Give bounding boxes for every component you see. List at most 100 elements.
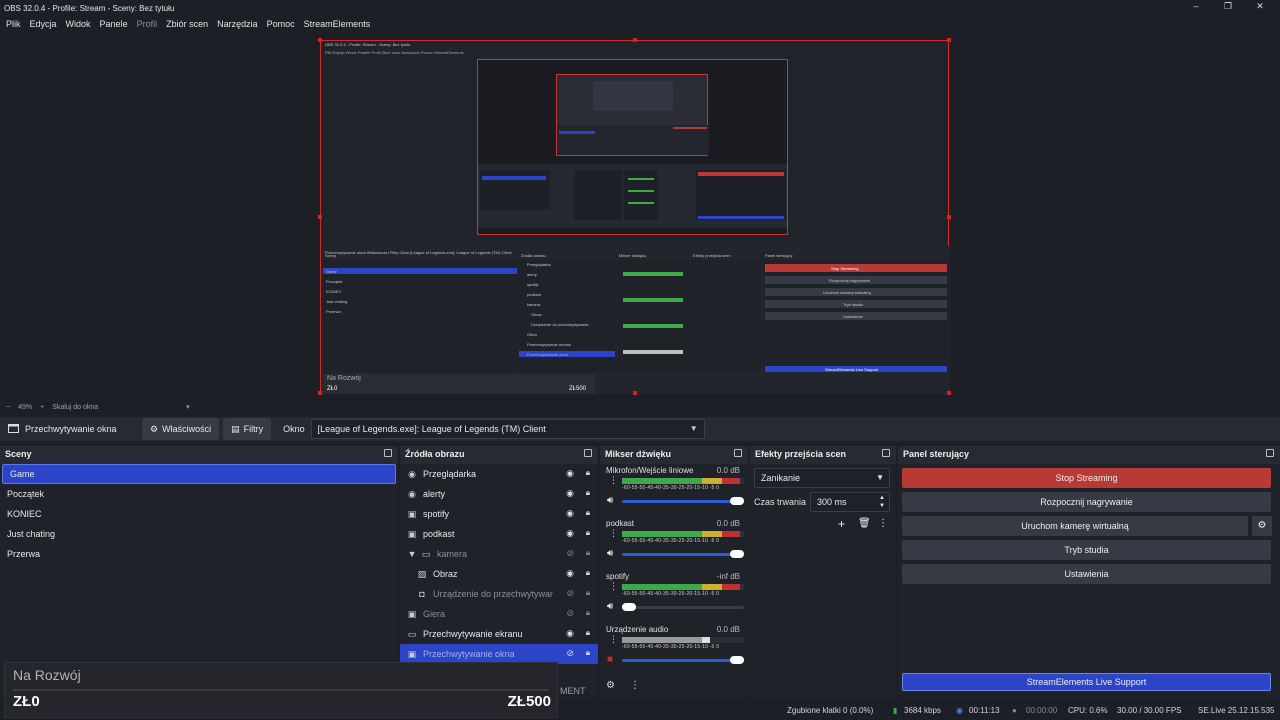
- resize-handle[interactable]: [947, 215, 951, 219]
- scale-mode-dropdown-icon[interactable]: ▾: [186, 403, 190, 411]
- undock-icon[interactable]: [882, 449, 890, 457]
- scene-item-poczatek[interactable]: Początek: [0, 484, 398, 504]
- kebab-icon[interactable]: ⋮: [609, 635, 618, 644]
- resize-handle[interactable]: [947, 391, 951, 395]
- lock-icon[interactable]: 🔒︎: [586, 608, 590, 618]
- window-select[interactable]: [League of Legends.exe]: League of Legen…: [310, 419, 705, 439]
- kebab-icon[interactable]: ⋮: [609, 529, 618, 538]
- lock-icon[interactable]: 🔒︎: [586, 568, 590, 578]
- source-item-kamera[interactable]: ▼ ▭ kamera ⊘ 🔒︎: [400, 544, 598, 564]
- menu-docks[interactable]: Panele: [100, 19, 128, 29]
- lock-icon[interactable]: 🔒︎: [586, 648, 590, 658]
- gear-icon[interactable]: ⚙: [606, 680, 615, 691]
- settings-button[interactable]: Ustawienia: [902, 564, 1271, 584]
- trash-icon[interactable]: 🗑︎: [858, 518, 871, 529]
- eye-icon[interactable]: ◉: [566, 508, 574, 519]
- maximize-button[interactable]: ❐: [1212, 0, 1244, 14]
- undock-icon[interactable]: [734, 449, 742, 457]
- menu-edit[interactable]: Edycja: [30, 19, 57, 29]
- streamelements-support-button[interactable]: StreamElements Live Support: [902, 673, 1271, 691]
- kebab-icon[interactable]: ⋮: [609, 476, 618, 485]
- eye-hidden-icon[interactable]: ⊘: [566, 588, 574, 599]
- eye-hidden-icon[interactable]: ⊘: [566, 648, 574, 659]
- filters-button[interactable]: ▤ Filtry: [223, 418, 272, 440]
- slider-knob[interactable]: [730, 550, 744, 558]
- resize-handle[interactable]: [318, 391, 322, 395]
- source-item-alerty[interactable]: ◉ alerty ◉ 🔒︎: [400, 484, 598, 504]
- duration-input[interactable]: 300 ms ▲ ▼: [810, 492, 890, 512]
- resize-handle[interactable]: [633, 391, 637, 395]
- undock-icon[interactable]: [1266, 449, 1274, 457]
- lock-icon[interactable]: 🔒︎: [586, 588, 590, 598]
- volume-slider[interactable]: [622, 656, 744, 664]
- lock-icon[interactable]: 🔒︎: [586, 548, 590, 558]
- lock-icon[interactable]: 🔒︎: [586, 508, 590, 518]
- source-item-spotify[interactable]: ▣ spotify ◉ 🔒︎: [400, 504, 598, 524]
- menu-scene-collection[interactable]: Zbiór scen: [166, 19, 208, 29]
- stop-streaming-button[interactable]: Stop Streaming: [902, 468, 1271, 488]
- zoom-out-button[interactable]: −: [6, 404, 10, 411]
- lock-icon[interactable]: 🔒︎: [586, 488, 590, 498]
- minimize-button[interactable]: –: [1180, 0, 1212, 14]
- lock-icon[interactable]: 🔒︎: [586, 628, 590, 638]
- speaker-icon[interactable]: 🔊︎: [607, 495, 613, 506]
- source-item-giera[interactable]: ▣ Giera ⊘ 🔒︎: [400, 604, 598, 624]
- start-recording-button[interactable]: Rozpocznij nagrywanie: [902, 492, 1271, 512]
- source-item-obraz[interactable]: ▨ Obraz ◉ 🔒︎: [400, 564, 598, 584]
- slider-knob[interactable]: [730, 497, 744, 505]
- eye-hidden-icon[interactable]: ⊘: [566, 548, 574, 559]
- source-item-przechwytywanie-okna[interactable]: ▣ Przechwytywanie okna ⊘ 🔒︎: [400, 644, 598, 664]
- lock-icon[interactable]: 🔒︎: [586, 468, 590, 478]
- eye-hidden-icon[interactable]: ⊘: [566, 608, 574, 619]
- scene-item-just-chating[interactable]: Just chating: [0, 524, 398, 544]
- speaker-icon[interactable]: 🔊︎: [607, 548, 613, 559]
- menu-view[interactable]: Widok: [66, 19, 91, 29]
- volume-slider[interactable]: [622, 550, 744, 558]
- volume-slider[interactable]: [622, 497, 744, 505]
- volume-slider[interactable]: [622, 603, 744, 611]
- undock-icon[interactable]: [584, 449, 592, 457]
- source-item-podkast[interactable]: ▣ podkast ◉ 🔒︎: [400, 524, 598, 544]
- eye-icon[interactable]: ◉: [566, 568, 574, 579]
- lock-icon[interactable]: 🔒︎: [586, 528, 590, 538]
- kebab-icon[interactable]: ⋮: [630, 680, 640, 691]
- eye-icon[interactable]: ◉: [566, 488, 574, 499]
- eye-icon[interactable]: ◉: [566, 628, 574, 639]
- virtual-camera-settings-gear-icon[interactable]: ⚙: [1252, 516, 1272, 536]
- scale-mode[interactable]: Skaluj do okna: [52, 404, 98, 411]
- scene-item-przerwa[interactable]: Przerwa: [0, 544, 398, 564]
- resize-handle[interactable]: [318, 215, 322, 219]
- slider-knob[interactable]: [622, 603, 636, 611]
- menu-profile[interactable]: Profil: [137, 19, 158, 29]
- scene-item-koniec[interactable]: KONIEC: [0, 504, 398, 524]
- menu-streamelements[interactable]: StreamElements: [304, 19, 371, 29]
- slider-knob[interactable]: [730, 656, 744, 664]
- close-button[interactable]: ✕: [1244, 0, 1276, 14]
- menu-help[interactable]: Pomoc: [267, 19, 295, 29]
- chevron-down-icon[interactable]: ▼: [406, 549, 418, 559]
- transition-select[interactable]: Zanikanie ▼: [754, 468, 890, 488]
- source-item-przechwytywanie-ekranu[interactable]: ▭ Przechwytywanie ekranu ◉ 🔒︎: [400, 624, 598, 644]
- kebab-icon[interactable]: ⋮: [878, 518, 888, 529]
- eye-icon[interactable]: ◉: [566, 528, 574, 539]
- scene-item-game[interactable]: Game: [2, 464, 396, 484]
- virtual-camera-button[interactable]: Uruchom kamerę wirtualną: [902, 516, 1248, 536]
- preview-area[interactable]: OBS 32.0.4 - Profile: Stream - Sceny: Be…: [0, 33, 1280, 399]
- undock-icon[interactable]: [384, 449, 392, 457]
- zoom-in-button[interactable]: +: [40, 404, 44, 411]
- stepper-icon[interactable]: ▲ ▼: [879, 494, 885, 510]
- resize-handle[interactable]: [947, 38, 951, 42]
- resize-handle[interactable]: [318, 38, 322, 42]
- studio-mode-button[interactable]: Tryb studia: [902, 540, 1271, 560]
- source-item-przegladarka[interactable]: ◉ Przeglądarka ◉ 🔒︎: [400, 464, 598, 484]
- speaker-muted-icon[interactable]: ■: [607, 654, 613, 665]
- speaker-icon[interactable]: 🔊︎: [607, 601, 613, 612]
- kebab-icon[interactable]: ⋮: [609, 582, 618, 591]
- menu-tools[interactable]: Narzędzia: [217, 19, 258, 29]
- source-item-urzadzenie[interactable]: ◘ Urządzenie do przechwytywania ⊘ 🔒︎: [400, 584, 598, 604]
- properties-button[interactable]: ⚙ Właściwości: [142, 418, 220, 440]
- menu-file[interactable]: Plik: [6, 19, 21, 29]
- resize-handle[interactable]: [633, 38, 637, 42]
- eye-icon[interactable]: ◉: [566, 468, 574, 479]
- window-capture-source[interactable]: OBS 32.0.4 - Profile: Stream - Sceny: Be…: [318, 38, 951, 395]
